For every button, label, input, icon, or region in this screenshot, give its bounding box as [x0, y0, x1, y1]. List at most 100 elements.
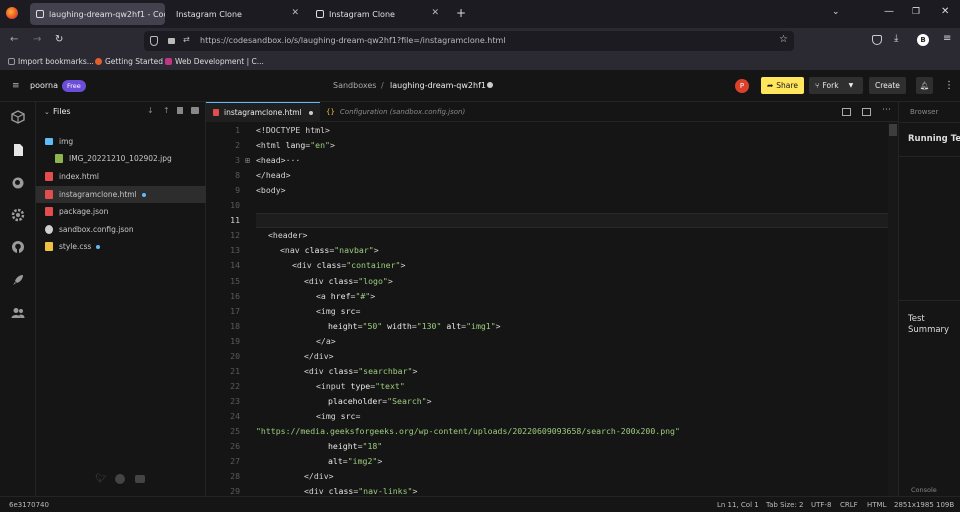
file-tree-item-index-html[interactable]: index.html	[36, 168, 206, 185]
bookmark-web-development[interactable]: Web Development | C...	[165, 57, 264, 66]
code-line[interactable]: <input type="text"	[316, 381, 405, 391]
search-icon[interactable]	[11, 176, 25, 190]
downloads-icon[interactable]: ⤓	[894, 33, 898, 44]
bookmark-getting-started[interactable]: Getting Started	[95, 57, 163, 66]
code-editor[interactable]: 1 <!DOCTYPE html> 2 <html lang="en"> 3 ⊞ <head…	[206, 122, 898, 496]
code-line[interactable]: <!DOCTYPE html>	[256, 125, 330, 135]
editor-scrollbar[interactable]	[888, 122, 898, 496]
code-line[interactable]: "https://media.geeksforgeeks.org/wp-cont…	[256, 426, 680, 436]
scrollbar-thumb[interactable]	[889, 124, 897, 136]
pocket-icon[interactable]	[872, 35, 882, 45]
url-text[interactable]: https://codesandbox.io/s/laughing-dream-…	[200, 36, 506, 45]
twitter-icon[interactable]: 🐦︎	[95, 474, 106, 484]
sort-up-icon[interactable]: ↑	[163, 106, 170, 115]
more-options-icon[interactable]: ⋮	[944, 80, 954, 91]
code-line[interactable]: alt="img2">	[328, 456, 382, 466]
chevron-down-icon[interactable]: ▼	[849, 82, 854, 89]
collapse-chevron-icon[interactable]: ⌄	[44, 108, 50, 116]
tab-size[interactable]: Tab Size: 2	[766, 501, 803, 509]
code-line[interactable]: <div class="logo">	[304, 276, 393, 286]
code-line[interactable]: <div class="nav-links">	[304, 486, 417, 496]
minimize-icon[interactable]: —	[884, 6, 894, 17]
commit-hash[interactable]: 6e3170740	[9, 501, 49, 509]
breadcrumb-root[interactable]: Sandboxes	[333, 81, 376, 90]
shield-icon[interactable]	[150, 36, 158, 46]
cursor-position[interactable]: Ln 11, Col 1	[717, 501, 759, 509]
more-editor-options-icon[interactable]: ⋯	[882, 105, 891, 115]
editor-tab-configuration[interactable]: {} Configuration (sandbox.config.json)	[326, 102, 465, 122]
discord-icon[interactable]	[135, 475, 145, 483]
language-mode[interactable]: HTML	[867, 501, 886, 509]
visibility-icon[interactable]	[487, 82, 493, 88]
restore-icon[interactable]: ❐	[912, 7, 920, 17]
sandbox-name[interactable]: laughing-dream-qw2hf1	[390, 81, 486, 90]
code-line[interactable]: <div class="container">	[292, 260, 405, 270]
share-button[interactable]: ➦ Share	[761, 77, 804, 94]
permissions-icon[interactable]: ⇄	[183, 35, 190, 44]
code-line[interactable]: <body>	[256, 185, 286, 195]
code-line[interactable]: <img src=	[316, 306, 360, 316]
code-line[interactable]: <nav class="navbar">	[280, 245, 379, 255]
username[interactable]: poorna	[30, 81, 58, 90]
list-tabs-icon[interactable]: ⌄	[832, 7, 840, 17]
fold-expand-icon[interactable]: ⊞	[245, 155, 250, 165]
code-line[interactable]: height="50" width="130" alt="img1">	[328, 321, 501, 331]
code-line[interactable]: placeholder="Search">	[328, 396, 432, 406]
code-line[interactable]: </head>	[256, 170, 291, 180]
profile-avatar[interactable]: B	[917, 34, 929, 46]
app-menu-icon[interactable]: ≡	[943, 33, 951, 44]
code-line[interactable]: <div class="searchbar">	[304, 366, 417, 376]
close-window-icon[interactable]: ✕	[941, 6, 949, 17]
file-tree-item-sandbox-config[interactable]: sandbox.config.json	[36, 221, 206, 238]
create-button[interactable]: Create	[869, 77, 906, 94]
code-line[interactable]: <head>···	[256, 155, 300, 165]
browser-tab-sandbox[interactable]: laughing-dream-qw2hf1 - Cod	[30, 3, 165, 25]
code-line[interactable]: <header>	[268, 230, 307, 240]
file-tree-item-img-folder[interactable]: img	[36, 133, 206, 150]
forward-icon[interactable]: →	[33, 34, 41, 45]
file-tree-item-instagramclone-html[interactable]: instagramclone.html	[36, 186, 206, 203]
file-tree-item-image[interactable]: IMG_20221210_102902.jpg	[36, 150, 206, 167]
lock-icon[interactable]	[168, 38, 175, 44]
browser-tab-instagram-2[interactable]: Instagram Clone ✕	[310, 3, 445, 25]
code-line[interactable]: </div>	[304, 471, 334, 481]
sort-down-icon[interactable]: ↓	[147, 106, 154, 115]
firefox-logo-icon[interactable]	[6, 7, 18, 19]
notifications-icon[interactable]: 🔔︎	[916, 77, 933, 94]
settings-icon[interactable]	[11, 208, 25, 222]
open-preview-icon[interactable]	[862, 108, 871, 116]
bookmark-import[interactable]: Import bookmarks...	[8, 57, 94, 66]
user-avatar[interactable]: P	[735, 79, 749, 93]
new-file-icon[interactable]	[177, 107, 183, 114]
url-bar[interactable]: ⇄ https://codesandbox.io/s/laughing-drea…	[144, 31, 794, 51]
code-line[interactable]: <img src=	[316, 411, 360, 421]
github-icon[interactable]	[11, 240, 25, 254]
back-icon[interactable]: ←	[10, 34, 18, 45]
browser-tab-instagram-1[interactable]: Instagram Clone ✕	[170, 3, 305, 25]
split-editor-icon[interactable]	[842, 108, 851, 116]
files-icon[interactable]	[11, 143, 25, 157]
sandbox-info-icon[interactable]	[11, 110, 25, 124]
browser-tab-label[interactable]: Browser	[910, 108, 938, 116]
live-users-icon[interactable]	[11, 306, 25, 320]
reload-icon[interactable]: ↻	[55, 34, 63, 45]
plan-badge[interactable]: Free	[62, 80, 86, 92]
file-tree-item-style-css[interactable]: style.css	[36, 238, 206, 255]
close-tab-icon[interactable]: ✕	[291, 8, 299, 18]
code-line[interactable]: <html lang="en">	[256, 140, 335, 150]
unsaved-dot-icon[interactable]	[308, 110, 313, 115]
new-folder-icon[interactable]	[191, 107, 199, 114]
code-line[interactable]: <a href="#">	[316, 291, 375, 301]
line-ending[interactable]: CRLF	[840, 501, 858, 509]
file-encoding[interactable]: UTF-8	[811, 501, 831, 509]
file-tree-item-package-json[interactable]: package.json	[36, 203, 206, 220]
console-tab-label[interactable]: Console	[911, 486, 937, 494]
menu-icon[interactable]: ≡	[12, 81, 20, 91]
deploy-rocket-icon[interactable]	[11, 273, 25, 287]
new-tab-icon[interactable]: +	[456, 6, 466, 20]
code-line[interactable]: </a>	[316, 336, 336, 346]
code-line[interactable]: </div>	[304, 351, 334, 361]
bookmark-star-icon[interactable]: ☆	[779, 34, 788, 45]
editor-tab-instagramclone[interactable]: instagramclone.html	[206, 102, 320, 122]
code-line[interactable]: height="18"	[328, 441, 382, 451]
